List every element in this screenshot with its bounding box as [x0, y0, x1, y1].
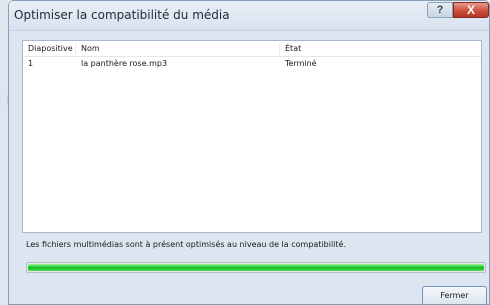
optimize-media-dialog: Optimiser la compatibilité du média ? X …: [8, 0, 490, 305]
column-header-state[interactable]: État: [285, 44, 301, 53]
media-list[interactable]: Diapositive Nom État 1 la panthère rose.…: [22, 40, 482, 233]
column-header-slide[interactable]: Diapositive: [28, 44, 73, 53]
close-button[interactable]: Fermer: [422, 286, 487, 304]
dialog-title: Optimiser la compatibilité du média: [14, 8, 230, 22]
column-header-name[interactable]: Nom: [81, 44, 100, 53]
table-row[interactable]: 1 la panthère rose.mp3 Terminé: [23, 58, 481, 72]
background-window: [0, 0, 9, 305]
window-close-button[interactable]: X: [453, 2, 489, 18]
cell-name: la panthère rose.mp3: [81, 59, 168, 68]
column-divider[interactable]: [75, 43, 76, 55]
cell-state: Terminé: [285, 59, 317, 68]
help-button[interactable]: ?: [427, 2, 453, 18]
cell-slide: 1: [28, 59, 34, 68]
title-bar[interactable]: Optimiser la compatibilité du média ? X: [9, 1, 489, 31]
column-divider[interactable]: [279, 43, 280, 55]
progress-bar: [26, 262, 486, 273]
progress-fill: [28, 264, 484, 271]
list-header: Diapositive Nom État: [23, 41, 481, 57]
status-message: Les fichiers multimédias sont à présent …: [26, 240, 346, 249]
